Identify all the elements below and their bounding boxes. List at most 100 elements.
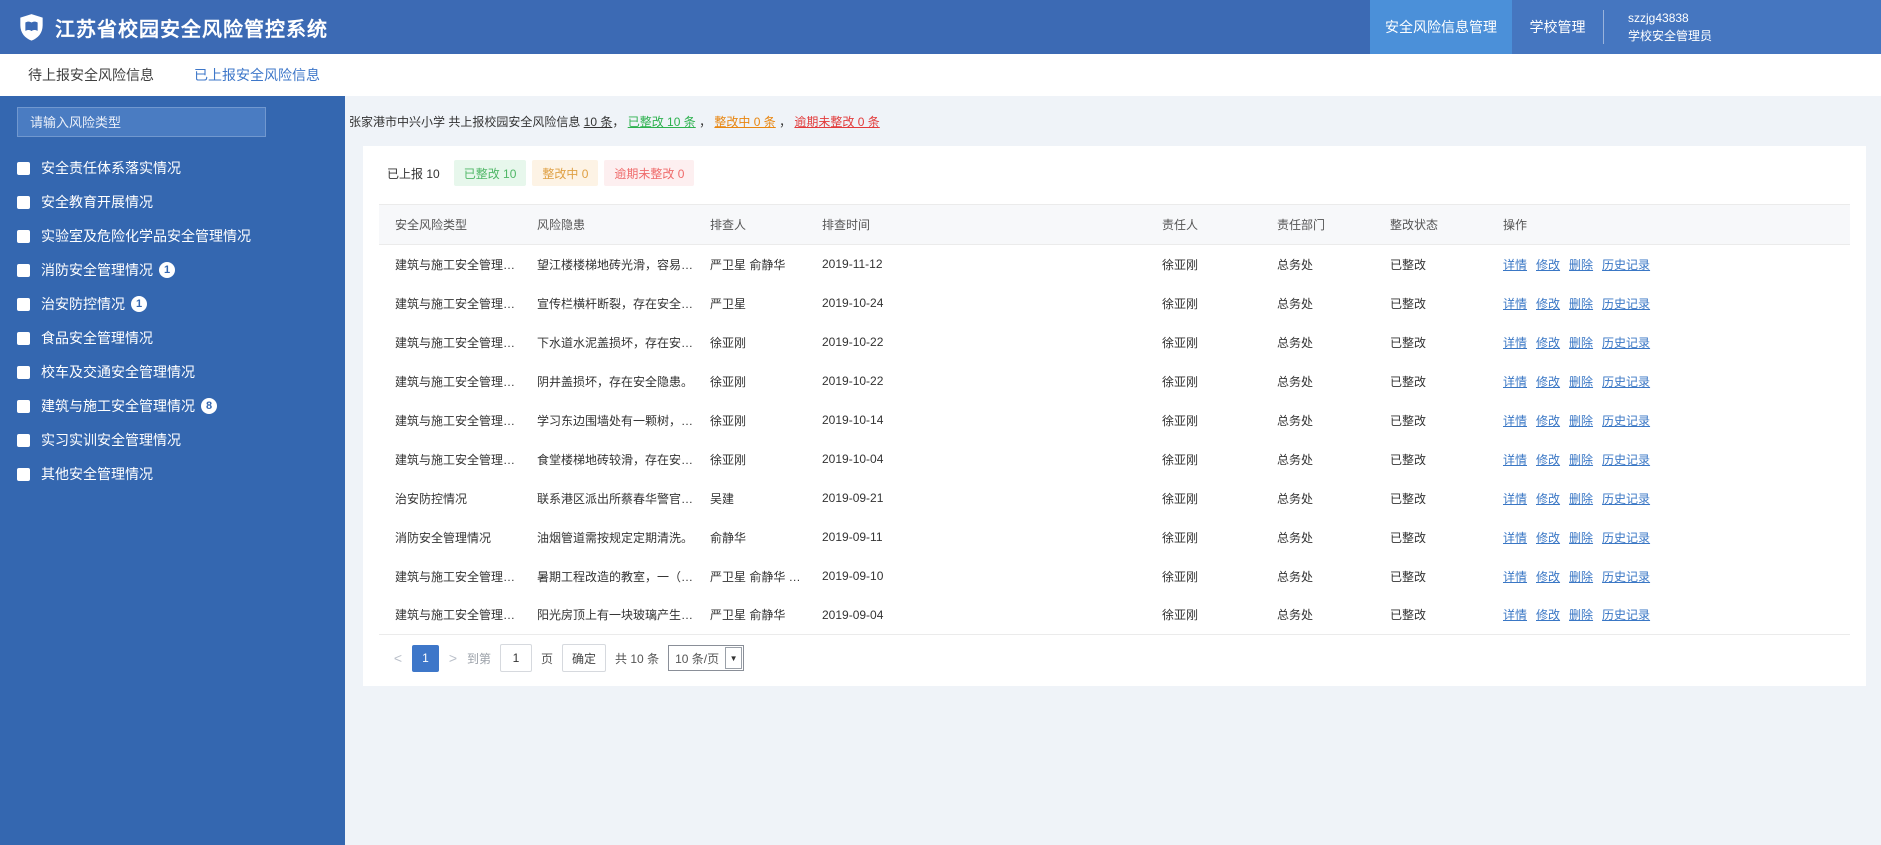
row-action-edit[interactable]: 修改 — [1536, 453, 1560, 467]
row-action-edit[interactable]: 修改 — [1536, 492, 1560, 506]
row-action-history[interactable]: 历史记录 — [1602, 258, 1650, 272]
cell-hazard: 联系港区派出所蔡春华警官测试... — [537, 491, 694, 506]
sidebar-item-8[interactable]: 实习实训安全管理情况 — [0, 423, 345, 457]
page-unit-label: 页 — [541, 651, 554, 666]
cell-actions: 详情 修改 删除 历史记录 — [1487, 323, 1850, 362]
row-action-history[interactable]: 历史记录 — [1602, 492, 1650, 506]
row-action-delete[interactable]: 删除 — [1569, 453, 1593, 467]
cell-inspect-date: 2019-10-22 — [822, 335, 884, 349]
row-action-edit[interactable]: 修改 — [1536, 608, 1560, 622]
sidebar-item-7[interactable]: 建筑与施工安全管理情况 8 — [0, 389, 345, 423]
cell-status: 已整改 — [1390, 374, 1427, 389]
prev-page-icon[interactable]: < — [393, 650, 403, 666]
risk-type-search-input[interactable] — [17, 107, 266, 137]
row-action-delete[interactable]: 删除 — [1569, 570, 1593, 584]
sidebar-item-0[interactable]: 安全责任体系落实情况 — [0, 151, 345, 185]
goto-page-input[interactable] — [500, 644, 533, 672]
cell-department: 总务处 — [1277, 296, 1314, 311]
row-action-delete[interactable]: 删除 — [1569, 608, 1593, 622]
cell-hazard: 暑期工程改造的教室，一（13）... — [537, 569, 694, 584]
row-action-delete[interactable]: 删除 — [1569, 531, 1593, 545]
cell-department: 总务处 — [1277, 257, 1314, 272]
row-action-history[interactable]: 历史记录 — [1602, 608, 1650, 622]
sidebar-item-1[interactable]: 安全教育开展情况 — [0, 185, 345, 219]
page-size-select[interactable]: 10 条/页 ▼ — [668, 645, 745, 671]
row-action-delete[interactable]: 删除 — [1569, 414, 1593, 428]
sidebar-item-label: 校车及交通安全管理情况 — [41, 364, 195, 380]
cell-hazard: 学习东边围墙处有一颗树，因虫... — [537, 413, 694, 428]
sidebar-item-label: 安全教育开展情况 — [41, 194, 153, 210]
topnav-tab-risk-info[interactable]: 安全风险信息管理 — [1370, 0, 1512, 54]
sidebar-item-6[interactable]: 校车及交通安全管理情况 — [0, 355, 345, 389]
row-action-edit[interactable]: 修改 — [1536, 336, 1560, 350]
summary-segment: 已整改 10 条 — [627, 115, 696, 129]
row-action-edit[interactable]: 修改 — [1536, 258, 1560, 272]
column-header-4: 责任人 — [1146, 204, 1261, 245]
cell-inspector: 严卫星 — [710, 296, 747, 311]
row-action-edit[interactable]: 修改 — [1536, 414, 1560, 428]
brand: 江苏省校园安全风险管控系统 — [0, 0, 328, 54]
filter-chip-green[interactable]: 已整改 10 — [453, 160, 527, 186]
cell-status: 已整改 — [1390, 335, 1427, 350]
sidebar-item-2[interactable]: 实验室及危险化学品安全管理情况 — [0, 219, 345, 253]
sidebar-item-4[interactable]: 治安防控情况 1 — [0, 287, 345, 321]
cell-department: 总务处 — [1277, 374, 1314, 389]
filter-chip-orange[interactable]: 整改中 0 — [532, 160, 599, 186]
row-action-detail[interactable]: 详情 — [1503, 453, 1527, 467]
row-action-history[interactable]: 历史记录 — [1602, 531, 1650, 545]
row-action-delete[interactable]: 删除 — [1569, 375, 1593, 389]
app-logo-shield-icon — [18, 13, 45, 42]
topnav-tab-school[interactable]: 学校管理 — [1512, 0, 1603, 54]
row-action-detail[interactable]: 详情 — [1503, 570, 1527, 584]
row-action-detail[interactable]: 详情 — [1503, 492, 1527, 506]
filter-chip-plain[interactable]: 已上报 10 — [379, 160, 448, 186]
table-row: 建筑与施工安全管理情况 阳光房顶上有一块玻璃产生裂缝... 严卫星 俞静华 20… — [379, 595, 1850, 635]
table-row: 建筑与施工安全管理情况 阴井盖损坏，存在安全隐患。 徐亚刚 2019-10-22… — [379, 362, 1850, 401]
sidebar-item-3[interactable]: 消防安全管理情况 1 — [0, 253, 345, 287]
user-block[interactable]: szzjg43838 学校安全管理员 — [1604, 0, 1881, 54]
row-action-history[interactable]: 历史记录 — [1602, 375, 1650, 389]
row-action-delete[interactable]: 删除 — [1569, 258, 1593, 272]
row-action-history[interactable]: 历史记录 — [1602, 414, 1650, 428]
cell-status: 已整改 — [1390, 452, 1427, 467]
cell-actions: 详情 修改 删除 历史记录 — [1487, 362, 1850, 401]
row-action-delete[interactable]: 删除 — [1569, 336, 1593, 350]
cell-inspect-date: 2019-09-21 — [822, 491, 884, 505]
row-action-history[interactable]: 历史记录 — [1602, 297, 1650, 311]
sidebar-item-label: 食品安全管理情况 — [41, 330, 153, 346]
row-action-edit[interactable]: 修改 — [1536, 297, 1560, 311]
column-header-6: 整改状态 — [1374, 204, 1487, 245]
user-role: 学校安全管理员 — [1628, 29, 1713, 43]
cell-hazard: 食堂楼梯地砖较滑，存在安全隐... — [537, 452, 694, 467]
cell-inspector: 严卫星 俞静华 — [710, 257, 786, 272]
sidebar-item-5[interactable]: 食品安全管理情况 — [0, 321, 345, 355]
row-action-history[interactable]: 历史记录 — [1602, 336, 1650, 350]
row-action-delete[interactable]: 删除 — [1569, 297, 1593, 311]
report-summary: 张家港市中兴小学 共上报校园安全风险信息 10 条， 已整改 10 条 ， 整改… — [349, 112, 1866, 132]
row-action-edit[interactable]: 修改 — [1536, 375, 1560, 389]
row-action-detail[interactable]: 详情 — [1503, 258, 1527, 272]
row-action-edit[interactable]: 修改 — [1536, 531, 1560, 545]
row-action-detail[interactable]: 详情 — [1503, 608, 1527, 622]
subnav-tab-pending[interactable]: 待上报安全风险信息 — [28, 65, 154, 85]
row-action-history[interactable]: 历史记录 — [1602, 570, 1650, 584]
row-action-detail[interactable]: 详情 — [1503, 414, 1527, 428]
row-action-detail[interactable]: 详情 — [1503, 375, 1527, 389]
cell-status: 已整改 — [1374, 595, 1487, 635]
sidebar-item-label: 安全责任体系落实情况 — [41, 160, 181, 176]
filter-chip-red[interactable]: 逾期未整改 0 — [604, 160, 695, 186]
row-action-detail[interactable]: 详情 — [1503, 336, 1527, 350]
subnav-tab-reported[interactable]: 已上报安全风险信息 — [194, 65, 320, 85]
top-bar: 江苏省校园安全风险管控系统 安全风险信息管理 学校管理 szzjg43838 学… — [0, 0, 1881, 54]
confirm-page-button[interactable]: 确定 — [562, 644, 607, 672]
row-action-detail[interactable]: 详情 — [1503, 297, 1527, 311]
row-action-delete[interactable]: 删除 — [1569, 492, 1593, 506]
row-action-edit[interactable]: 修改 — [1536, 570, 1560, 584]
row-action-history[interactable]: 历史记录 — [1602, 453, 1650, 467]
sidebar-item-9[interactable]: 其他安全管理情况 — [0, 457, 345, 491]
page-number-button[interactable]: 1 — [412, 644, 439, 672]
row-action-detail[interactable]: 详情 — [1503, 531, 1527, 545]
next-page-icon[interactable]: > — [448, 650, 458, 666]
cell-inspect-date: 2019-10-04 — [822, 452, 884, 466]
cell-hazard: 下水道水泥盖损坏，存在安全隐... — [537, 335, 694, 350]
